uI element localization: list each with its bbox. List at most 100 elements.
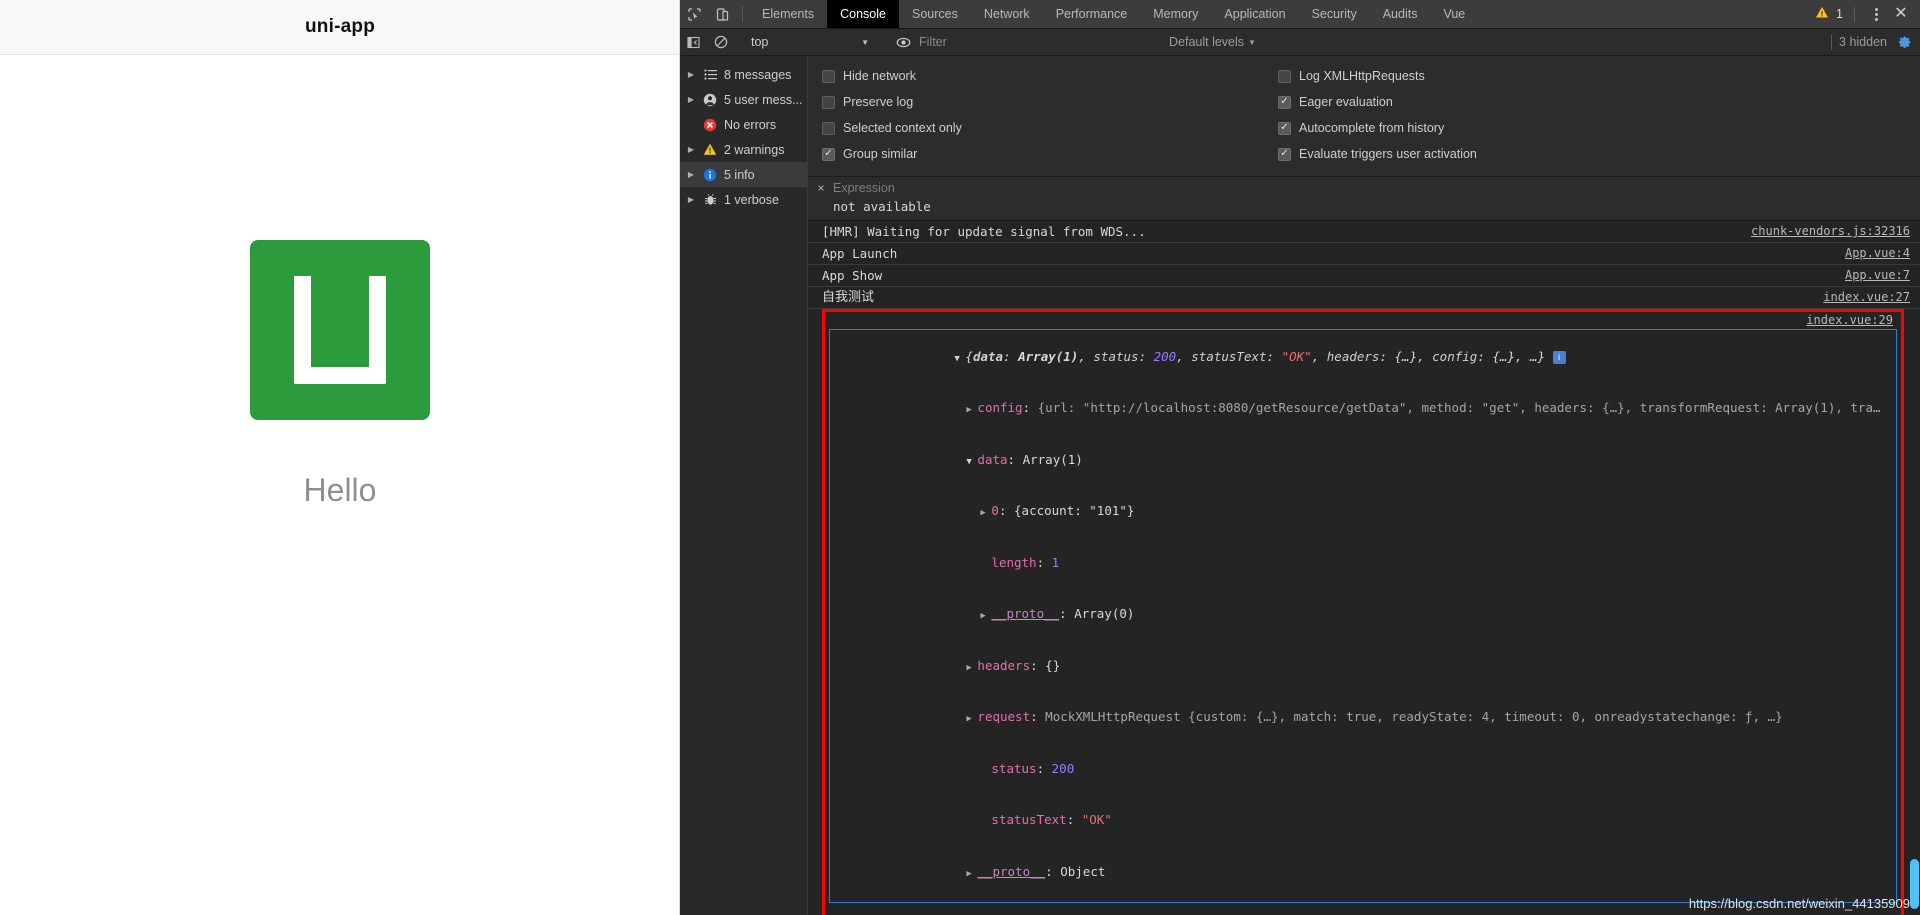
setting-log-xhr[interactable]: ✓ Log XMLHttpRequests xyxy=(1278,63,1477,89)
checkbox-preserve-log[interactable]: ✓ xyxy=(822,95,835,109)
expand-triangle-request-icon[interactable]: ▶ xyxy=(966,711,977,728)
sidebar-item-verbose[interactable]: ▶ 1 verbose xyxy=(680,187,807,212)
log-source-index-vue-29[interactable]: index.vue:29 xyxy=(1806,313,1893,327)
log-source-hmr[interactable]: chunk-vendors.js:32316 xyxy=(1751,223,1910,240)
console-settings-panel: ✓ Hide network ✓ Preserve log ✓ Selected… xyxy=(808,56,1920,177)
gear-icon[interactable] xyxy=(1897,33,1912,51)
expand-triangle-icon-5[interactable]: ▶ xyxy=(686,195,696,204)
log-row-self-test[interactable]: 自我测试 index.vue:27 xyxy=(808,287,1920,309)
object-row-proto-array[interactable]: ▶ __proto__: Array(0) xyxy=(830,590,1896,642)
object-header-key-status: status xyxy=(1093,348,1139,364)
object-row-config[interactable]: ▶ config: {url: "http://localhost:8080/ge… xyxy=(830,384,1896,436)
object-row-index-0[interactable]: ▶ 0: {account: "101"} xyxy=(830,487,1896,539)
sidebar-item-warnings[interactable]: ▶ 2 warnings xyxy=(680,137,807,162)
log-source-self-test[interactable]: index.vue:27 xyxy=(1823,289,1910,306)
object-row-status[interactable]: ▶status: 200 xyxy=(830,744,1896,796)
inspect-element-icon[interactable] xyxy=(680,0,708,28)
tab-sources[interactable]: Sources xyxy=(899,0,971,28)
checkbox-evaluate-triggers-activation[interactable]: ✓ xyxy=(1278,147,1291,161)
object-key-status: status xyxy=(991,760,1037,776)
object-row-statustext[interactable]: ▶statusText: "OK" xyxy=(830,796,1896,848)
setting-eager-evaluation[interactable]: ✓ Eager evaluation xyxy=(1278,89,1477,115)
log-source-app-show[interactable]: App.vue:7 xyxy=(1845,267,1910,284)
setting-evaluate-triggers-activation[interactable]: ✓ Evaluate triggers user activation xyxy=(1278,141,1477,167)
tab-performance[interactable]: Performance xyxy=(1043,0,1141,28)
checkbox-hide-network[interactable]: ✓ xyxy=(822,69,835,83)
object-row-length[interactable]: ▶length: 1 xyxy=(830,538,1896,590)
log-message-app-launch: App Launch xyxy=(822,246,898,261)
console-content: ✓ Hide network ✓ Preserve log ✓ Selected… xyxy=(808,56,1920,915)
clear-console-icon[interactable] xyxy=(707,35,734,49)
close-icon[interactable]: × xyxy=(816,181,826,195)
execution-context-select[interactable]: top ▼ xyxy=(747,35,877,49)
expand-triangle-proto-array-icon[interactable]: ▶ xyxy=(980,608,991,625)
collapse-triangle-icon[interactable]: ▼ xyxy=(954,351,965,368)
object-value-status: 200 xyxy=(1051,760,1075,776)
console-filter-bar: top ▼ Default levels ▼ 3 hidden xyxy=(680,29,1920,56)
setting-selected-context-only[interactable]: ✓ Selected context only xyxy=(822,115,1268,141)
checkbox-group-similar[interactable]: ✓ xyxy=(822,147,835,161)
object-header-line[interactable]: ▼ {data: Array(1), status: 200, statusTex… xyxy=(830,332,1896,384)
console-filter-input[interactable] xyxy=(919,35,1159,49)
expand-triangle-icon-4[interactable]: ▶ xyxy=(686,170,696,179)
object-value-headers: {} xyxy=(1045,657,1061,673)
setting-autocomplete-history[interactable]: ✓ Autocomplete from history xyxy=(1278,115,1477,141)
scrollbar-thumb[interactable] xyxy=(1910,859,1919,909)
setting-group-similar[interactable]: ✓ Group similar xyxy=(822,141,1268,167)
user-icon xyxy=(702,93,718,107)
tab-security[interactable]: Security xyxy=(1299,0,1370,28)
tab-memory[interactable]: Memory xyxy=(1140,0,1211,28)
checkbox-selected-context-only[interactable]: ✓ xyxy=(822,121,835,135)
checkbox-eager-evaluation[interactable]: ✓ xyxy=(1278,95,1291,109)
log-level-value: Default levels xyxy=(1169,35,1245,49)
checkbox-autocomplete-history[interactable]: ✓ xyxy=(1278,121,1291,135)
collapse-triangle-data-icon[interactable]: ▼ xyxy=(966,454,977,471)
expand-triangle-icon[interactable]: ▶ xyxy=(686,70,696,79)
info-badge-icon[interactable]: i xyxy=(1552,350,1566,364)
log-source-app-launch[interactable]: App.vue:4 xyxy=(1845,245,1910,262)
log-message-self-test: 自我测试 xyxy=(822,290,875,305)
sidebar-item-info[interactable]: ▶ 5 info xyxy=(680,162,807,187)
log-row-app-show[interactable]: App Show App.vue:7 xyxy=(808,265,1920,287)
log-level-select[interactable]: Default levels ▼ xyxy=(1159,35,1256,49)
more-options-icon[interactable] xyxy=(1866,7,1886,21)
expand-triangle-icon-2[interactable]: ▶ xyxy=(686,95,696,104)
console-sidebar-toggle-icon[interactable] xyxy=(680,36,707,49)
object-value-length: 1 xyxy=(1051,554,1060,570)
expand-triangle-headers-icon[interactable]: ▶ xyxy=(966,660,977,677)
log-row-hmr[interactable]: [HMR] Waiting for update signal from WDS… xyxy=(808,221,1920,243)
tab-audits[interactable]: Audits xyxy=(1370,0,1431,28)
tab-console[interactable]: Console xyxy=(827,0,899,28)
object-header-val-headers: {…} xyxy=(1394,348,1418,364)
object-row-headers[interactable]: ▶ headers: {} xyxy=(830,641,1896,693)
live-expression-eye-icon[interactable] xyxy=(890,36,917,49)
warning-triangle-icon[interactable] xyxy=(1815,6,1829,22)
sidebar-item-label-messages: 8 messages xyxy=(724,67,792,82)
expand-triangle-icon-3[interactable]: ▶ xyxy=(686,145,696,154)
device-toolbar-icon[interactable] xyxy=(708,0,736,28)
expand-triangle-proto-object-icon[interactable]: ▶ xyxy=(966,866,977,883)
setting-preserve-log[interactable]: ✓ Preserve log xyxy=(822,89,1268,115)
close-devtools-icon[interactable]: ✕ xyxy=(1890,6,1912,22)
expand-triangle-config-icon[interactable]: ▶ xyxy=(966,402,977,419)
object-row-data[interactable]: ▼ data: Array(1) xyxy=(830,435,1896,487)
object-key-proto-object: __proto__ xyxy=(977,863,1046,879)
sidebar-item-errors[interactable]: ▶ No errors xyxy=(680,112,807,137)
object-row-proto-object[interactable]: ▶ __proto__: Object xyxy=(830,847,1896,899)
expand-triangle-index0-icon[interactable]: ▶ xyxy=(980,505,991,522)
tab-network[interactable]: Network xyxy=(971,0,1043,28)
sidebar-item-messages[interactable]: ▶ 8 messages xyxy=(680,62,807,87)
checkbox-log-xhr[interactable]: ✓ xyxy=(1278,69,1291,83)
bug-icon xyxy=(702,193,718,206)
object-key-config: config xyxy=(977,400,1023,415)
sidebar-item-user-messages[interactable]: ▶ 5 user mess... xyxy=(680,87,807,112)
log-row-app-launch[interactable]: App Launch App.vue:4 xyxy=(808,243,1920,265)
object-row-request[interactable]: ▶ request: MockXMLHttpRequest {custom: {…… xyxy=(830,693,1896,745)
setting-hide-network[interactable]: ✓ Hide network xyxy=(822,63,1268,89)
live-expression-placeholder[interactable]: Expression xyxy=(833,181,895,195)
tab-application[interactable]: Application xyxy=(1211,0,1298,28)
tab-vue[interactable]: Vue xyxy=(1430,0,1478,28)
logo-letter-u-icon xyxy=(294,276,386,384)
object-header-val-status: 200 xyxy=(1153,348,1177,364)
tab-elements[interactable]: Elements xyxy=(749,0,827,28)
